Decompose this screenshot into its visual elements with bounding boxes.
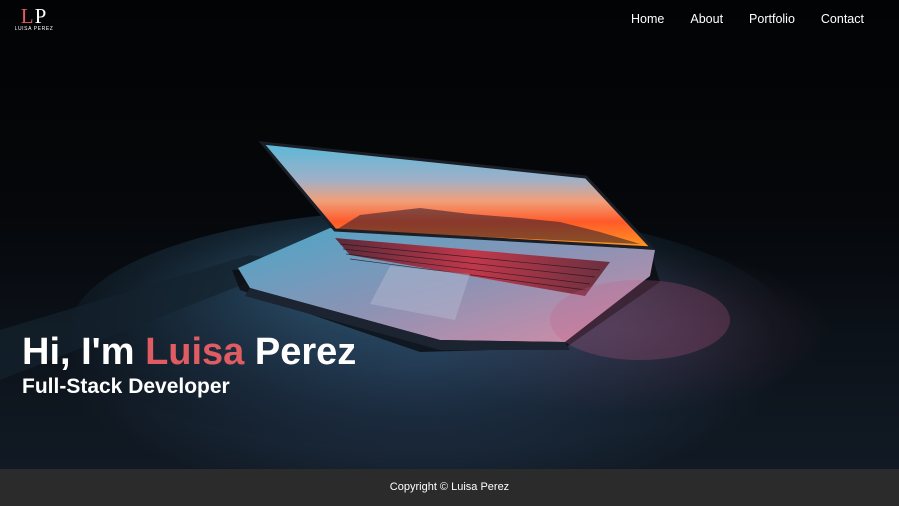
nav-menu: Home About Portfolio Contact — [605, 12, 864, 26]
hero-subtitle: Full-Stack Developer — [22, 375, 230, 398]
hero-section: LP LUISA PEREZ Home About Portfolio Cont… — [0, 0, 899, 469]
nav-link-home[interactable]: Home — [631, 12, 664, 26]
logo-name: LUISA PEREZ — [14, 26, 54, 32]
navbar: LP LUISA PEREZ Home About Portfolio Cont… — [0, 0, 899, 40]
logo-mark: LP — [20, 4, 48, 28]
footer: Copyright © Luisa Perez — [0, 469, 899, 506]
hero-text: Hi, I'm Luisa Perez Full-Stack Developer — [22, 330, 356, 400]
hero-headline: Hi, I'm Luisa Perez — [22, 330, 356, 374]
headline-accent: Luisa — [145, 331, 245, 373]
nav-link-about[interactable]: About — [690, 12, 723, 26]
nav-link-contact[interactable]: Contact — [821, 12, 864, 26]
headline-suffix: Perez — [244, 331, 357, 373]
copyright-text: Copyright © Luisa Perez — [389, 481, 510, 493]
page: LP LUISA PEREZ Home About Portfolio Cont… — [0, 0, 899, 506]
nav-link-portfolio[interactable]: Portfolio — [749, 12, 795, 26]
headline-prefix: Hi, I'm — [22, 331, 146, 373]
logo[interactable]: LP LUISA PEREZ — [12, 6, 56, 34]
